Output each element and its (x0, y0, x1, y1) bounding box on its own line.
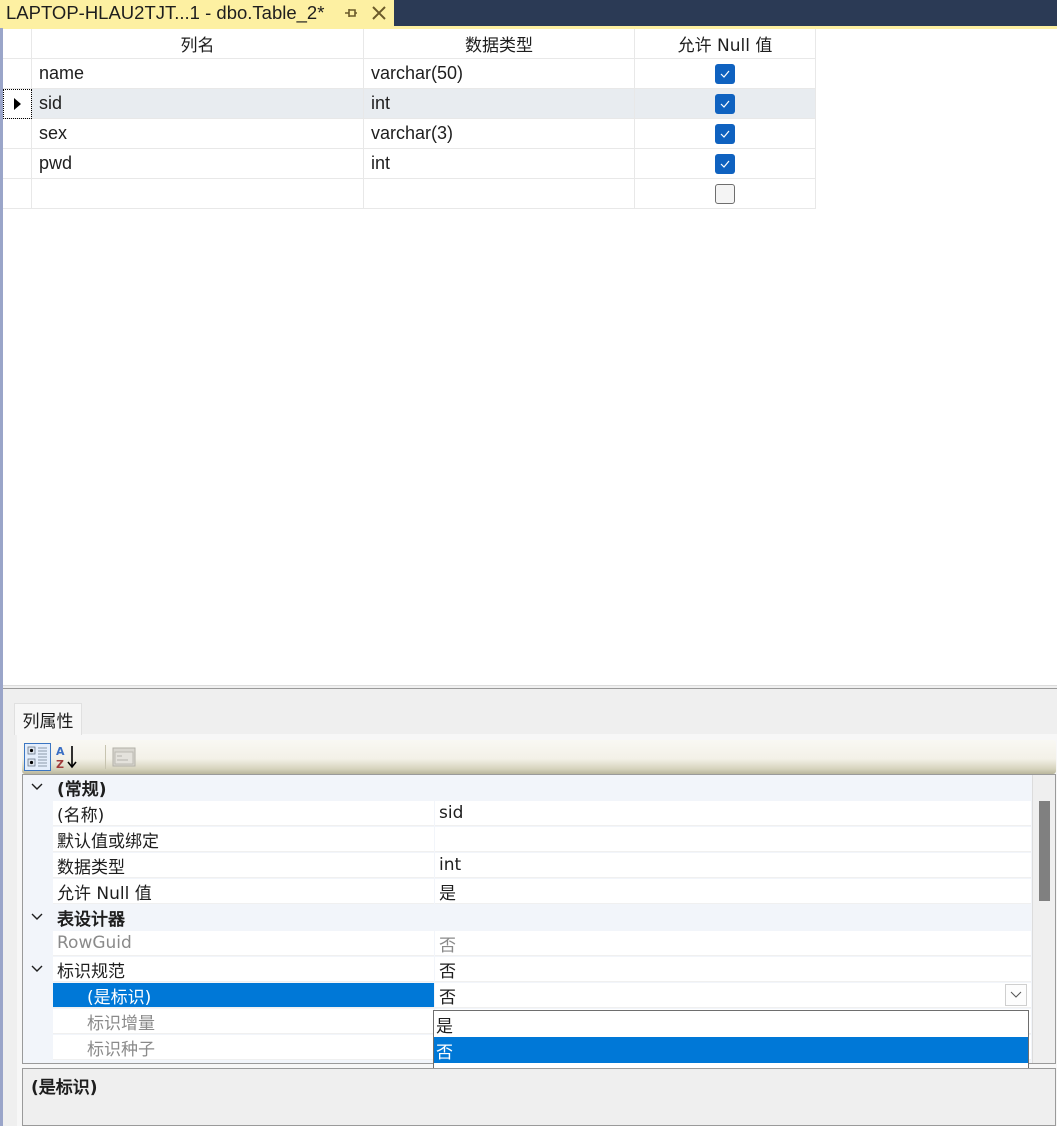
row-selector[interactable] (3, 89, 32, 119)
document-tab[interactable]: LAPTOP-HLAU2TJT...1 - dbo.Table_2* (0, 0, 394, 26)
column-name-cell[interactable]: sid (32, 89, 364, 119)
table-row[interactable]: pwd int (3, 149, 816, 179)
row-selector[interactable] (3, 149, 32, 179)
data-type-cell[interactable]: int (364, 149, 635, 179)
allow-null-cell (635, 89, 816, 119)
close-icon[interactable] (370, 4, 388, 22)
property-default-binding-value[interactable] (435, 827, 1031, 852)
alphabetical-sort-button[interactable]: A Z (53, 743, 80, 771)
row-selector[interactable] (3, 59, 32, 89)
allow-null-checkbox[interactable] (715, 63, 735, 84)
property-description-pane: (是标识) (22, 1068, 1056, 1126)
toolbar-separator (105, 745, 106, 769)
property-toolbar: A Z (22, 740, 1056, 774)
chevron-down-icon (31, 783, 43, 790)
header-column-name[interactable]: 列名 (32, 29, 364, 59)
tab-column-properties[interactable]: 列属性 (14, 703, 82, 735)
property-is-identity[interactable]: (是标识) 否 (23, 983, 1031, 1009)
allow-null-cell (635, 149, 816, 179)
header-selector-cell (3, 29, 32, 59)
row-selector[interactable] (3, 119, 32, 149)
allow-null-checkbox[interactable] (715, 93, 735, 114)
table-row[interactable]: sex varchar(3) (3, 119, 816, 149)
chevron-down-icon (1010, 991, 1022, 998)
property-pages-icon (112, 747, 135, 767)
dropdown-button[interactable] (1005, 984, 1027, 1006)
allow-null-cell (635, 119, 816, 149)
chevron-down-icon (31, 913, 43, 920)
current-row-arrow-icon (13, 97, 21, 110)
categorized-view-button[interactable] (24, 743, 51, 771)
alphabetical-sort-icon: A Z (56, 745, 77, 770)
table-row[interactable]: name varchar(50) (3, 59, 816, 89)
allow-null-cell (635, 179, 816, 209)
svg-text:A: A (56, 745, 65, 758)
property-is-identity-value[interactable]: 否 (435, 983, 1031, 1008)
property-data-type[interactable]: 数据类型 int (23, 853, 1031, 879)
header-data-type[interactable]: 数据类型 (364, 29, 635, 59)
property-identity-spec[interactable]: 标识规范 否 (23, 957, 1031, 983)
data-type-cell[interactable]: varchar(3) (364, 119, 635, 149)
data-type-cell[interactable]: int (364, 89, 635, 119)
data-type-cell[interactable] (364, 179, 635, 209)
allow-null-checkbox[interactable] (715, 153, 735, 174)
category-table-designer[interactable]: 表设计器 (23, 905, 1031, 931)
vertical-scrollbar[interactable] (1032, 775, 1055, 1063)
is-identity-dropdown-list: 是 否 (433, 1010, 1029, 1069)
header-allow-null[interactable]: 允许 Null 值 (635, 29, 816, 59)
column-name-cell[interactable] (32, 179, 364, 209)
property-rowguid[interactable]: RowGuid 否 (23, 931, 1031, 957)
document-tab-bar: LAPTOP-HLAU2TJT...1 - dbo.Table_2* (0, 0, 1057, 28)
column-name-cell[interactable]: sex (32, 119, 364, 149)
property-name-value[interactable]: sid (435, 801, 1031, 826)
data-type-cell[interactable]: varchar(50) (364, 59, 635, 89)
pin-icon[interactable] (343, 5, 359, 21)
svg-text:Z: Z (56, 758, 64, 770)
property-default-binding[interactable]: 默认值或绑定 (23, 827, 1031, 853)
property-allow-null-value[interactable]: 是 (435, 879, 1031, 904)
scrollbar-thumb[interactable] (1039, 801, 1050, 901)
allow-null-checkbox[interactable] (715, 183, 735, 204)
property-pages-button[interactable] (110, 743, 137, 771)
property-identity-spec-value: 否 (435, 957, 1031, 982)
grid-header-row: 列名 数据类型 允许 Null 值 (3, 29, 816, 59)
chevron-down-icon (31, 965, 43, 972)
column-name-cell[interactable]: pwd (32, 149, 364, 179)
category-general[interactable]: (常规) (23, 775, 1031, 801)
property-allow-null[interactable]: 允许 Null 值 是 (23, 879, 1031, 905)
column-name-cell[interactable]: name (32, 59, 364, 89)
categorized-view-icon (27, 746, 47, 767)
row-selector[interactable] (3, 179, 32, 209)
property-rowguid-value: 否 (435, 931, 1031, 956)
allow-null-cell (635, 59, 816, 89)
allow-null-checkbox[interactable] (715, 123, 735, 144)
table-row-new[interactable] (3, 179, 816, 209)
dropdown-option-yes[interactable]: 是 (434, 1011, 1028, 1037)
dropdown-option-no[interactable]: 否 (434, 1037, 1028, 1063)
property-data-type-value[interactable]: int (435, 853, 1031, 878)
table-row[interactable]: sid int (3, 89, 816, 119)
property-name[interactable]: (名称) sid (23, 801, 1031, 827)
document-tab-title: LAPTOP-HLAU2TJT...1 - dbo.Table_2* (6, 2, 325, 23)
